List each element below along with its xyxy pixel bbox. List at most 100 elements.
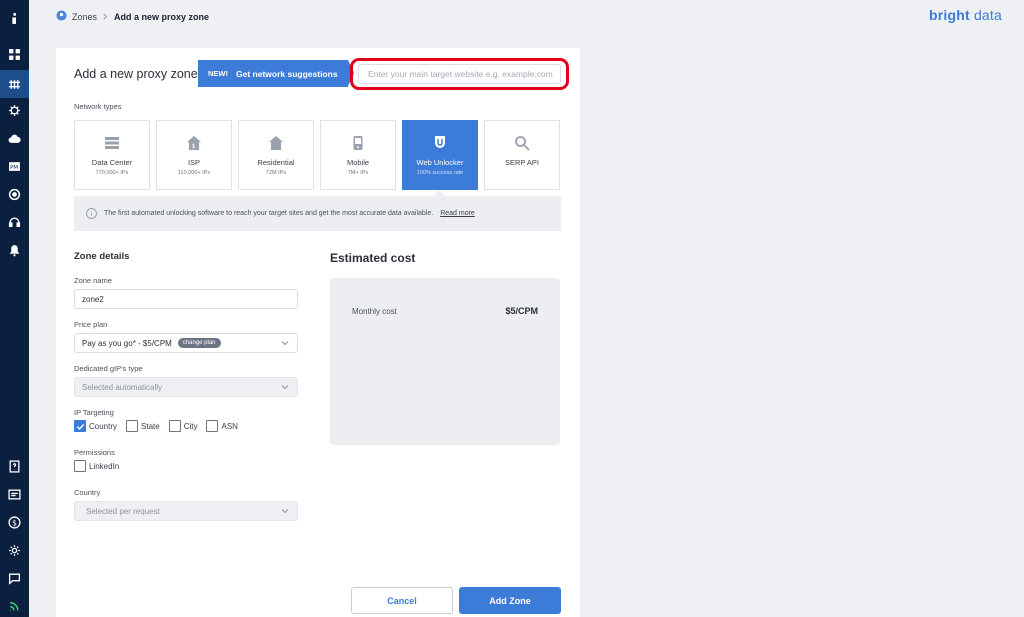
chevron-down-icon <box>281 383 289 391</box>
unlocker-icon <box>432 135 448 151</box>
page-title: Add a new proxy zone <box>74 67 198 81</box>
info-circle-icon: i <box>86 208 97 219</box>
zone-name-value: zone2 <box>82 294 104 304</box>
price-plan-value: Pay as you go* - $5/CPM <box>82 338 172 348</box>
dedicated-gip-select[interactable]: Selected automatically <box>74 377 298 397</box>
price-plan-label: Price plan <box>74 320 108 329</box>
support-icon[interactable] <box>6 214 23 231</box>
chevron-down-icon <box>281 339 289 347</box>
targeting-option-label: City <box>183 421 198 431</box>
info-icon[interactable] <box>6 10 23 27</box>
zone-name-input[interactable]: zone2 <box>74 289 298 309</box>
ip-targeting-options: Country State City ASN <box>74 420 238 432</box>
permissions-label: Permissions <box>74 448 115 457</box>
country-select[interactable]: Selected per request <box>74 501 298 521</box>
network-info-bar: i The first automated unlocking software… <box>74 196 561 231</box>
notifications-icon[interactable] <box>6 242 23 259</box>
checkbox-icon <box>126 420 139 432</box>
network-type-sub: 72M IPs <box>265 170 287 176</box>
mobile-icon <box>350 135 366 151</box>
svg-text:PM: PM <box>10 165 18 171</box>
network-type-name: ISP <box>187 158 201 167</box>
dedicated-gip-label: Dedicated gIP's type <box>74 364 143 373</box>
breadcrumb: Zones Add a new proxy zone <box>56 10 209 23</box>
monthly-cost-value: $5/CPM <box>505 306 538 316</box>
chevron-down-icon <box>281 507 289 515</box>
cancel-button[interactable]: Cancel <box>351 587 453 614</box>
chevron-right-icon <box>102 12 109 22</box>
permission-linkedin-label: LinkedIn <box>89 461 120 471</box>
targeting-city-checkbox[interactable]: City <box>168 420 198 432</box>
network-type-sub: 100% success rate <box>416 170 464 176</box>
cloud-icon[interactable] <box>6 130 23 147</box>
chat-icon[interactable] <box>6 570 23 587</box>
network-types-label: Network types <box>74 102 122 111</box>
dollar-icon[interactable]: $ <box>6 514 23 531</box>
network-info-text: The first automated unlocking software t… <box>104 210 434 217</box>
scraper-icon[interactable] <box>6 102 23 119</box>
network-type-serp-api[interactable]: SERP API <box>484 120 560 190</box>
brand-word-data: data <box>973 7 1002 23</box>
network-type-isp[interactable]: $ ISP 110,000+ IPs <box>156 120 232 190</box>
targeting-option-label: Country <box>89 421 118 431</box>
settings-icon[interactable] <box>6 542 23 559</box>
top-bar: Zones Add a new proxy zone bright data <box>29 0 1024 32</box>
country-value: Selected per request <box>86 506 160 516</box>
proxies-icon[interactable] <box>0 70 29 98</box>
zone-details-title: Zone details <box>74 251 130 262</box>
checkbox-icon <box>74 460 86 472</box>
checkbox-icon <box>206 420 219 432</box>
change-plan-badge[interactable]: change plan <box>177 338 221 348</box>
add-zone-button[interactable]: Add Zone <box>459 587 561 614</box>
breadcrumb-current: Add a new proxy zone <box>114 11 210 22</box>
target-website-input[interactable] <box>358 64 561 84</box>
brand-word-bright: bright <box>928 7 970 23</box>
isp-house-icon: $ <box>186 135 202 151</box>
billing-icon[interactable] <box>6 486 23 503</box>
targeting-country-checkbox[interactable]: Country <box>74 420 117 432</box>
svg-text:$: $ <box>192 143 196 150</box>
network-type-sub: 7M+ IPs <box>347 170 369 176</box>
get-network-suggestions-button[interactable]: NEW! Get network suggestions <box>198 60 348 87</box>
dashboard-icon[interactable] <box>6 46 23 63</box>
checkbox-icon <box>168 420 181 432</box>
zones-pin-icon <box>56 10 67 23</box>
pm-icon[interactable]: PM <box>6 158 23 175</box>
add-zone-card: Add a new proxy zone NEW! Get network su… <box>56 48 580 617</box>
network-type-name: Residential <box>257 158 295 167</box>
targeting-state-checkbox[interactable]: State <box>126 420 160 432</box>
estimated-cost-title: Estimated cost <box>330 251 416 265</box>
status-icon[interactable] <box>6 597 23 614</box>
new-badge: NEW! <box>208 69 228 78</box>
targeting-option-label: ASN <box>221 421 238 431</box>
permission-linkedin-checkbox[interactable]: LinkedIn <box>74 460 119 472</box>
price-plan-select[interactable]: Pay as you go* - $5/CPM change plan <box>74 333 298 353</box>
network-type-data-center[interactable]: Data Center 770,000+ IPs <box>74 120 150 190</box>
network-type-web-unlocker[interactable]: Web Unlocker 100% success rate <box>402 120 478 190</box>
ip-targeting-label: IP Targeting <box>74 408 114 417</box>
browser-icon[interactable] <box>6 186 23 203</box>
breadcrumb-zones-link[interactable]: Zones <box>72 12 97 22</box>
network-type-residential[interactable]: Residential 72M IPs <box>238 120 314 190</box>
suggest-label: Get network suggestions <box>236 68 338 79</box>
network-type-name: Mobile <box>346 158 370 167</box>
network-type-sub: 770,000+ IPs <box>95 170 129 176</box>
read-more-link[interactable]: Read more <box>440 210 475 217</box>
search-icon <box>514 135 530 151</box>
dedicated-gip-value: Selected automatically <box>82 382 163 392</box>
targeting-asn-checkbox[interactable]: ASN <box>206 420 238 432</box>
network-type-name: Data Center <box>91 158 133 167</box>
zone-name-label: Zone name <box>74 276 112 285</box>
monthly-cost-label: Monthly cost <box>352 307 397 316</box>
brand-logo[interactable]: bright data <box>929 7 1002 23</box>
house-icon <box>268 135 284 151</box>
network-type-mobile[interactable]: Mobile 7M+ IPs <box>320 120 396 190</box>
docs-icon[interactable] <box>6 458 23 475</box>
estimated-cost-panel: Monthly cost $5/CPM <box>330 278 560 445</box>
network-type-sub: 110,000+ IPs <box>177 170 211 176</box>
sidebar: PM $ <box>0 0 29 617</box>
permissions-options: LinkedIn <box>74 460 119 472</box>
target-highlight-frame <box>350 58 569 90</box>
checkbox-checked-icon <box>74 420 86 432</box>
country-label: Country <box>74 488 101 497</box>
